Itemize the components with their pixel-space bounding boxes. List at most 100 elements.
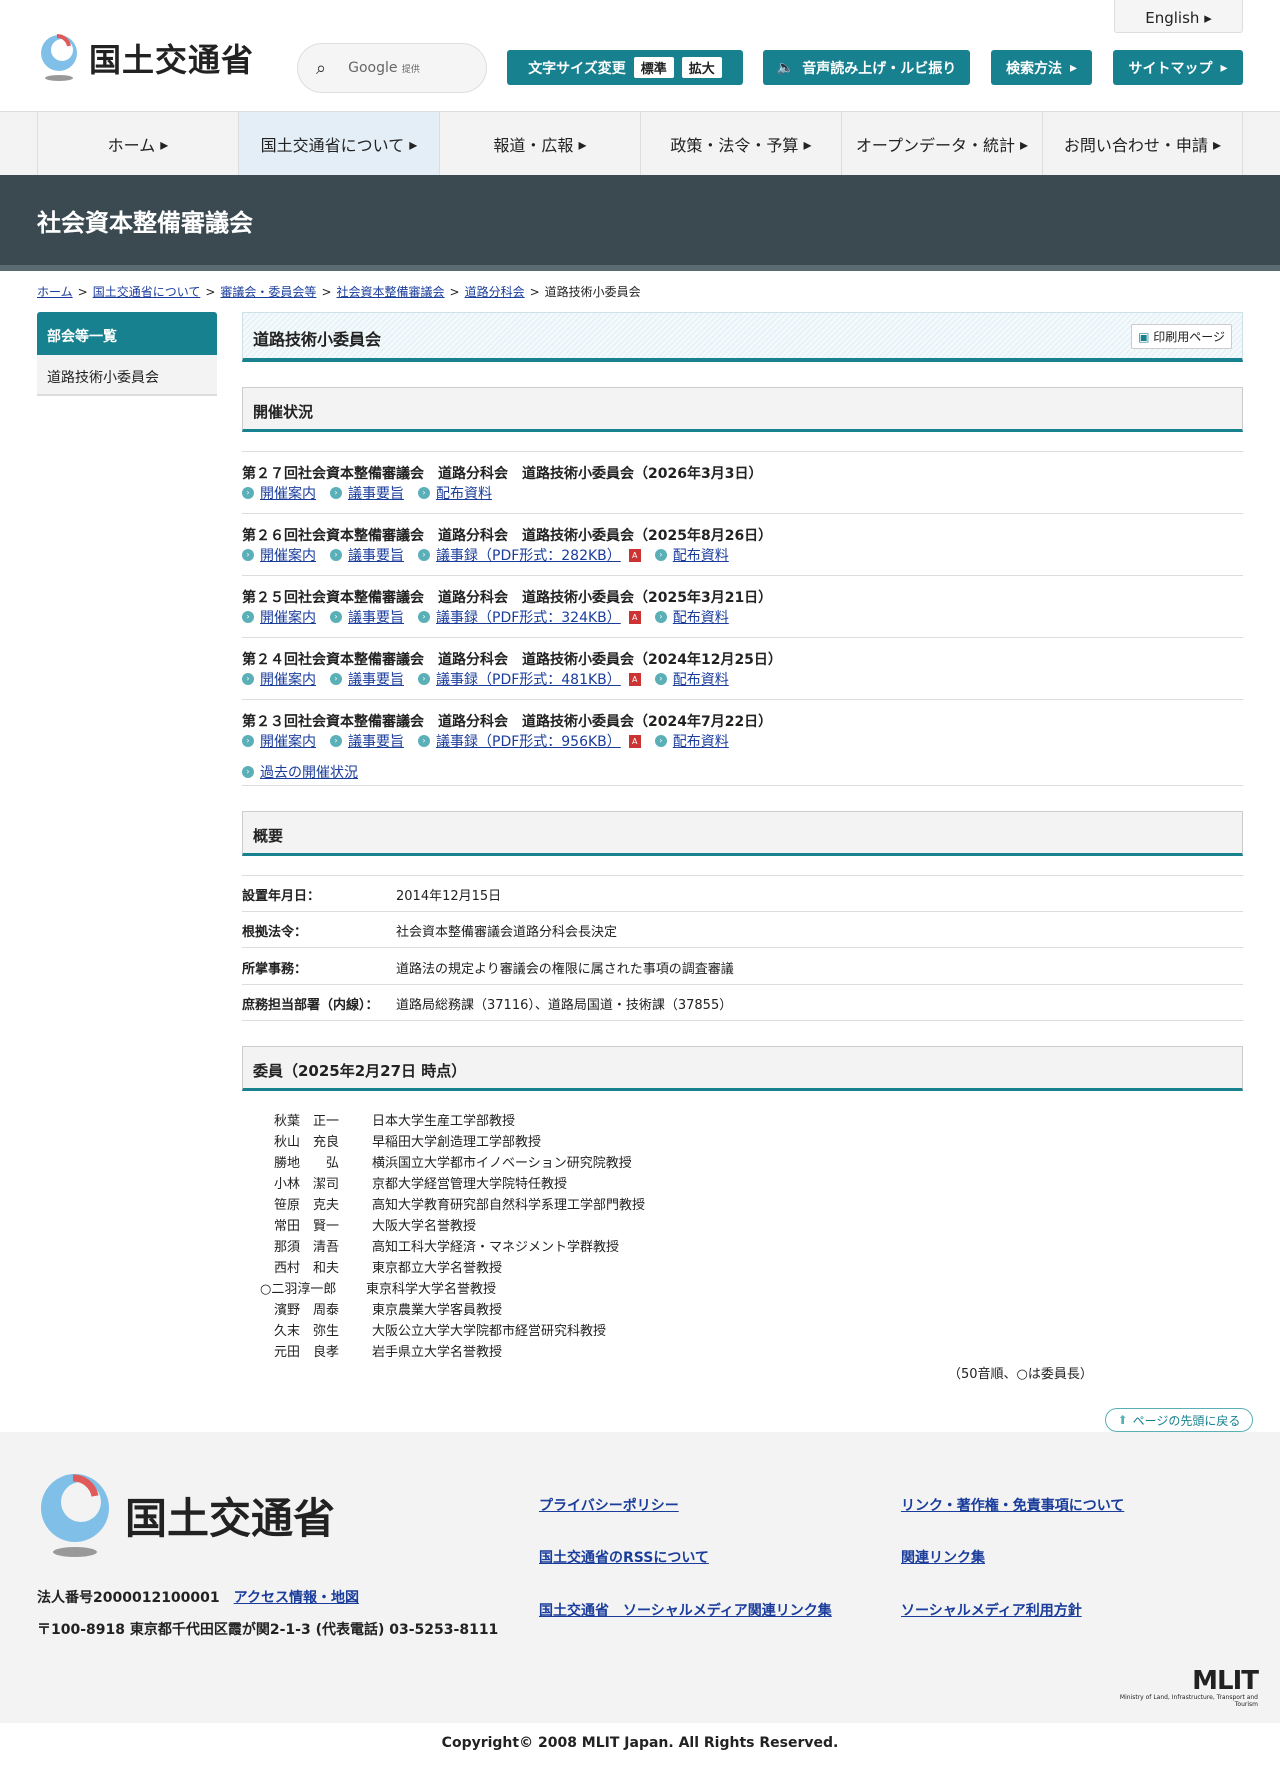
mlit-emblem-icon: [41, 1474, 109, 1557]
minutes-pdf-link[interactable]: 議事録（PDF形式：282KB）: [436, 545, 621, 565]
meetings-section-heading: 開催状況: [242, 387, 1243, 432]
bullet-icon: ›: [330, 487, 342, 499]
arrow-up-icon: ⬆: [1117, 1413, 1128, 1427]
nav-policy[interactable]: 政策・法令・予算 ▸: [640, 112, 841, 176]
size-standard-button[interactable]: 標準: [633, 57, 674, 78]
search-method-button[interactable]: 検索方法 ▸: [991, 50, 1092, 85]
member-row: 常田 賢一 大阪大学名誉教授: [274, 1219, 477, 1234]
sidebar-heading: 部会等一覧: [37, 312, 217, 355]
printer-icon: ▣: [1138, 330, 1150, 344]
meeting-link[interactable]: 配布資料: [673, 545, 729, 565]
meeting-title: 第２５回社会資本整備審議会 道路分科会 道路技術小委員会（2025年3月21日）: [242, 590, 773, 606]
size-large-button[interactable]: 拡大: [681, 57, 722, 78]
member-row: 西村 和夫 東京都立大学名誉教授: [274, 1261, 503, 1276]
member-row: 小林 潔司 京都大学経営管理大学院特任教授: [274, 1177, 568, 1192]
mlit-logo: MLIT Ministry of Land, Infrastructure, T…: [1119, 1666, 1259, 1708]
meeting-link[interactable]: 配布資料: [436, 483, 492, 503]
meeting-links: › 開催案内 › 議事要旨 › 議事録（PDF形式：324KB） A › 配布資料: [242, 607, 729, 627]
search-placeholder: Google: [348, 60, 398, 76]
social-media-links-link[interactable]: 国土交通省 ソーシャルメディア関連リンク集: [539, 1600, 832, 1620]
meeting-link[interactable]: 議事要旨: [348, 669, 404, 689]
bullet-icon: ›: [654, 549, 667, 561]
privacy-link[interactable]: プライバシーポリシー: [539, 1495, 679, 1515]
meeting-link[interactable]: 議事要旨: [348, 483, 404, 503]
overview-row: 所掌事務： 道路法の規定より審議会の権限に属された事項の調査審議: [242, 961, 734, 977]
rss-link[interactable]: 国土交通省のRSSについて: [539, 1547, 709, 1567]
breadcrumb-council[interactable]: 社会資本整備審議会: [337, 285, 445, 299]
member-row: 秋山 充良 早稲田大学創造理工学部教授: [274, 1135, 542, 1150]
breadcrumb-about[interactable]: 国土交通省について: [93, 285, 201, 299]
sitemap-label: サイトマップ: [1128, 60, 1213, 77]
search-box[interactable]: ⌕ Google 提供: [297, 43, 487, 93]
bullet-icon: ›: [242, 735, 254, 747]
meeting-link[interactable]: 議事要旨: [348, 731, 404, 751]
nav-home[interactable]: ホーム ▸: [37, 112, 238, 176]
site-logo[interactable]: 国土交通省: [37, 33, 254, 83]
sitemap-button[interactable]: サイトマップ ▸: [1113, 50, 1243, 85]
meeting-link[interactable]: 開催案内: [260, 607, 316, 627]
meeting-links: › 開催案内 › 議事要旨 › 配布資料: [242, 483, 492, 503]
minutes-pdf-link[interactable]: 議事録（PDF形式：481KB）: [436, 669, 621, 689]
voice-button[interactable]: 🔈 音声読み上げ・ルビ振り: [763, 50, 970, 85]
past-meetings-link[interactable]: 過去の開催状況: [260, 762, 358, 782]
bullet-icon: ›: [418, 549, 430, 561]
meeting-link[interactable]: 議事要旨: [348, 545, 404, 565]
meeting-link[interactable]: 配布資料: [673, 669, 729, 689]
overview-section-heading: 概要: [242, 811, 1243, 856]
address: 〒100-8918 東京都千代田区霞が関2-1-3 (代表電話) 03-5253…: [37, 1622, 499, 1638]
corporate-number: 法人番号2000012100001: [37, 1590, 220, 1606]
bullet-icon: ›: [242, 766, 254, 778]
access-link[interactable]: アクセス情報・地図: [234, 1590, 359, 1606]
meeting-links: › 開催案内 › 議事要旨 › 議事録（PDF形式：956KB） A › 配布資料: [242, 731, 729, 751]
overview-row: 庶務担当部署（内線）： 道路局総務課（37116）、道路局国道・技術課（37855…: [242, 997, 733, 1013]
members-section-heading: 委員（2025年2月27日 時点）: [242, 1046, 1243, 1091]
meeting-links: › 開催案内 › 議事要旨 › 議事録（PDF形式：481KB） A › 配布資料: [242, 669, 729, 689]
member-row: 那須 清吾 高知工科大学経済・マネジメント学群教授: [274, 1240, 620, 1255]
member-row: 笹原 克夫 高知大学教育研究部自然科学系理工学部門教授: [274, 1198, 646, 1213]
breadcrumb-road-subcommittee[interactable]: 道路分科会: [465, 285, 525, 299]
bullet-icon: ›: [242, 487, 254, 499]
text-size-control: 文字サイズ変更 標準 拡大: [507, 50, 743, 85]
meeting-title: 第２７回社会資本整備審議会 道路分科会 道路技術小委員会（2026年3月3日）: [242, 466, 763, 482]
member-row: 秋葉 正一 日本大学生産工学部教授: [274, 1114, 516, 1129]
nav-about[interactable]: 国土交通省について ▸: [238, 112, 439, 176]
search-icon: ⌕: [316, 57, 327, 79]
bullet-icon: ›: [654, 611, 667, 623]
sidebar-item[interactable]: 道路技術小委員会: [37, 355, 217, 396]
meeting-link[interactable]: 開催案内: [260, 669, 316, 689]
bullet-icon: ›: [418, 487, 430, 499]
bullet-icon: ›: [242, 673, 254, 685]
minutes-pdf-link[interactable]: 議事録（PDF形式：956KB）: [436, 731, 621, 751]
meeting-link[interactable]: 開催案内: [260, 483, 316, 503]
past-meetings: › 過去の開催状況: [242, 762, 358, 782]
meeting-title: 第２３回社会資本整備審議会 道路分科会 道路技術小委員会（2024年7月22日）: [242, 714, 773, 730]
breadcrumb-home[interactable]: ホーム: [37, 285, 73, 299]
print-button[interactable]: ▣ 印刷用ページ: [1131, 324, 1232, 349]
english-link[interactable]: English ▸: [1114, 0, 1243, 33]
minutes-pdf-link[interactable]: 議事録（PDF形式：324KB）: [436, 607, 621, 627]
text-size-label: 文字サイズ変更: [528, 60, 626, 77]
voice-label: 音声読み上げ・ルビ振り: [802, 60, 957, 77]
bullet-icon: ›: [242, 549, 254, 561]
nav-contact[interactable]: お問い合わせ・申請 ▸: [1042, 112, 1243, 176]
page-top-button[interactable]: ⬆ ページの先頭に戻る: [1105, 1408, 1253, 1432]
english-label: English: [1145, 9, 1200, 27]
meeting-link[interactable]: 開催案内: [260, 731, 316, 751]
breadcrumb-councils[interactable]: 審議会・委員会等: [220, 285, 316, 299]
category-banner: 社会資本整備審議会: [0, 175, 1280, 271]
global-nav: ホーム ▸ 国土交通省について ▸ 報道・広報 ▸ 政策・法令・予算 ▸ オープ…: [0, 111, 1280, 176]
nav-press[interactable]: 報道・広報 ▸: [439, 112, 640, 176]
copyright-link[interactable]: リンク・著作権・免責事項について: [901, 1495, 1124, 1515]
nav-opendata[interactable]: オープンデータ・統計 ▸: [841, 112, 1042, 176]
search-provider: 提供: [401, 65, 420, 75]
meeting-link[interactable]: 配布資料: [673, 731, 729, 751]
meeting-link[interactable]: 配布資料: [673, 607, 729, 627]
meeting-link[interactable]: 開催案内: [260, 545, 316, 565]
social-media-policy-link[interactable]: ソーシャルメディア利用方針: [901, 1600, 1082, 1620]
page-title-box: 道路技術小委員会 ▣ 印刷用ページ: [242, 312, 1243, 362]
mlit-emblem-icon: [41, 33, 77, 81]
bullet-icon: ›: [330, 735, 342, 747]
meeting-link[interactable]: 議事要旨: [348, 607, 404, 627]
related-links-link[interactable]: 関連リンク集: [901, 1547, 985, 1567]
meeting-title: 第２４回社会資本整備審議会 道路分科会 道路技術小委員会（2024年12月25日…: [242, 652, 782, 668]
